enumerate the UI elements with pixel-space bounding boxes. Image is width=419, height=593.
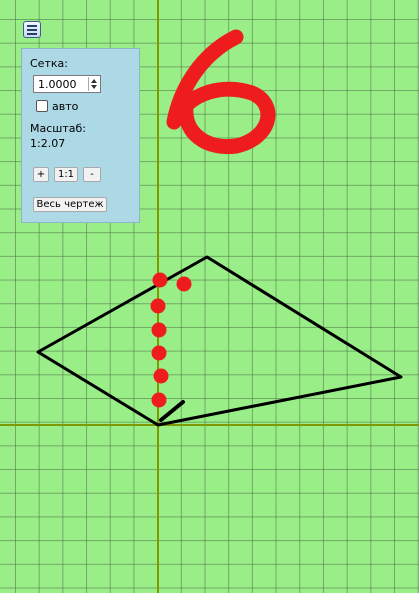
- spin-down-icon[interactable]: [91, 85, 97, 89]
- spinbox-arrows[interactable]: [88, 77, 99, 91]
- zoom-reset-button[interactable]: 1:1: [54, 167, 78, 182]
- red-dot: [150, 298, 166, 314]
- settings-panel: Сетка: 1.0000 авто Масштаб: 1:2.07 + 1:1…: [21, 48, 140, 223]
- zoom-out-button[interactable]: -: [83, 167, 101, 182]
- grid-step-value[interactable]: 1.0000: [38, 78, 77, 91]
- spin-up-icon[interactable]: [91, 79, 97, 83]
- handwritten-number-six: [166, 29, 276, 155]
- auto-checkbox[interactable]: [36, 100, 48, 112]
- scale-label: Масштаб:: [30, 122, 86, 135]
- red-dot: [153, 368, 169, 384]
- grid-label: Сетка:: [30, 57, 68, 70]
- quadrilateral-shape[interactable]: [36, 255, 403, 427]
- red-dot: [152, 272, 168, 288]
- red-dot-annotations: [150, 272, 192, 408]
- zoom-in-button[interactable]: +: [33, 167, 49, 182]
- auto-label: авто: [52, 100, 79, 113]
- hamburger-menu-icon: [27, 25, 37, 27]
- grid-step-spinbox[interactable]: 1.0000: [33, 75, 101, 93]
- menu-button[interactable]: [23, 21, 41, 38]
- scale-value: 1:2.07: [30, 137, 66, 150]
- red-dot: [176, 276, 192, 292]
- red-dot: [151, 322, 167, 338]
- red-dot: [151, 345, 167, 361]
- red-dot: [151, 392, 167, 408]
- fit-all-button[interactable]: Весь чертеж: [33, 197, 107, 212]
